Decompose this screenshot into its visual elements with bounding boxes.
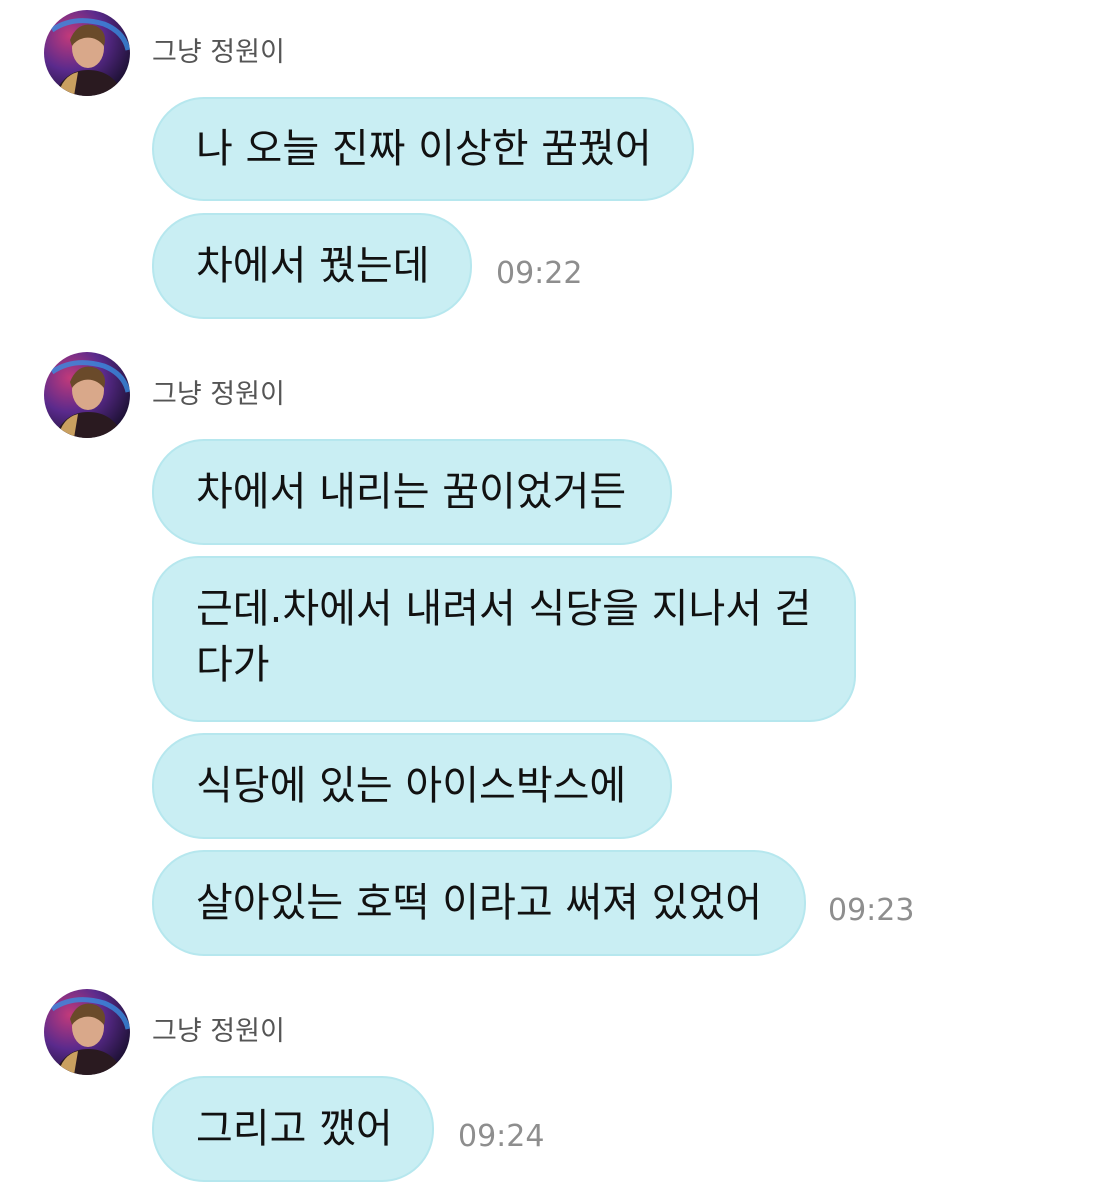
profile-avatar[interactable] [44,989,130,1075]
message-bubble[interactable]: 차에서 내리는 꿈이었거든 [152,439,672,545]
sender-name: 그냥 정원이 [152,37,285,68]
message-text: 나 오늘 진짜 이상한 꿈꿨어 [196,126,652,172]
avatar-image [44,989,130,1075]
message-timestamp: 09:22 [496,256,583,291]
message-text: 차에서 꿨는데 [196,243,430,289]
sender-name: 그냥 정원이 [152,379,285,410]
profile-avatar[interactable] [44,10,130,96]
message-bubble[interactable]: 그리고 깼어 [152,1076,434,1182]
message-text: 식당에 있는 아이스박스에 [196,763,627,809]
avatar-image [44,10,130,96]
message-text: 근데.차에서 내려서 식당을 지나서 걷다가 [196,586,812,688]
avatar-image [44,352,130,438]
profile-avatar[interactable] [44,352,130,438]
message-text: 살아있는 호떡 이라고 써져 있었어 [196,880,763,926]
message-timestamp: 09:23 [828,893,915,928]
message-timestamp: 09:24 [458,1119,545,1154]
sender-name: 그냥 정원이 [152,1016,285,1047]
message-text: 차에서 내리는 꿈이었거든 [196,469,627,515]
message-bubble[interactable]: 근데.차에서 내려서 식당을 지나서 걷다가 [152,556,856,722]
message-bubble[interactable]: 나 오늘 진짜 이상한 꿈꿨어 [152,97,694,201]
message-bubble[interactable]: 식당에 있는 아이스박스에 [152,733,672,839]
message-bubble[interactable]: 차에서 꿨는데 [152,213,472,319]
message-bubble[interactable]: 살아있는 호떡 이라고 써져 있었어 [152,850,806,956]
message-text: 그리고 깼어 [196,1106,393,1152]
